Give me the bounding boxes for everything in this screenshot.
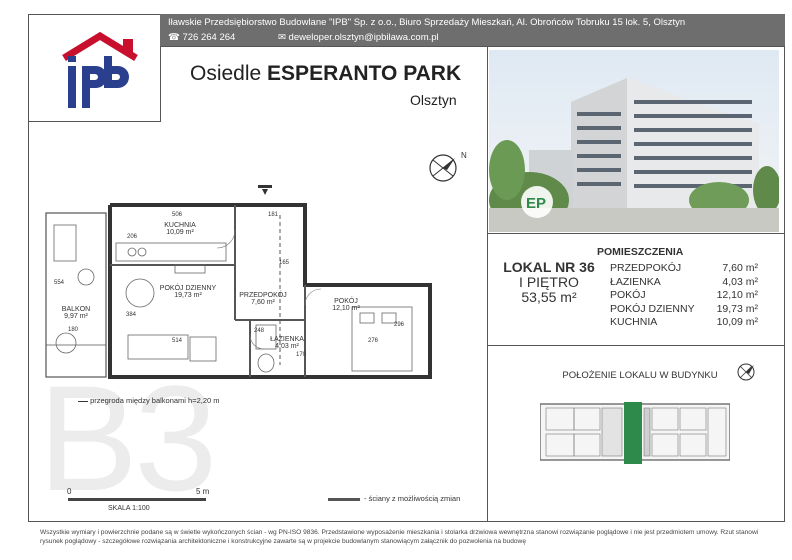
- project-name: ESPERANTO PARK: [267, 62, 462, 85]
- room-name: ŁAZIENKA: [610, 275, 661, 288]
- small-compass-icon: [737, 363, 755, 381]
- position-title: POŁOŻENIE LOKALU W BUDYNKU: [562, 370, 718, 381]
- frame-photo-bottom: [487, 233, 784, 234]
- room-row: ŁAZIENKA 4,03 m²: [610, 276, 758, 290]
- room-label: PRZEDPOKÓJ: [239, 292, 287, 299]
- frame-logo-bottom: [28, 121, 161, 122]
- frame-top: [28, 14, 160, 15]
- building-photo: EP: [489, 50, 781, 232]
- room-area-label: 12,10 m²: [332, 305, 360, 312]
- room-area: 4,03 m²: [722, 275, 758, 288]
- header-bar: Iławskie Przedsiębiorstwo Budowlane "IPB…: [160, 14, 785, 46]
- room-name: PRZEDPOKÓJ: [610, 262, 682, 274]
- room-name: POKÓJ: [610, 289, 646, 301]
- dim-label: 514: [172, 338, 183, 344]
- room-label: POKÓJ DZIENNY: [159, 285, 217, 292]
- scale-bar: [68, 498, 206, 501]
- scale-label: SKALA 1:100: [108, 505, 150, 512]
- rooms-heading: POMIESZCZENIA: [597, 246, 684, 258]
- plan-label-bath: ŁAZIENKA 4,03 m²: [262, 336, 312, 350]
- room-area: 12,10 m²: [716, 289, 758, 301]
- building-floorplan-mini: [540, 402, 730, 464]
- room-area-label: 10,09 m²: [166, 229, 194, 236]
- compass-icon: N: [429, 151, 467, 182]
- room-area-label: 7,60 m²: [251, 299, 275, 306]
- plan-label-balcony: BALKON 9,97 m²: [53, 306, 99, 320]
- dim-label: 248: [254, 328, 265, 334]
- partition-note: przegroda między balkonami h=2,20 m: [78, 396, 220, 405]
- scale-five: 5 m: [196, 487, 210, 496]
- dim-label: 181: [268, 212, 279, 218]
- dim-label: 296: [394, 322, 405, 328]
- room-row: POKÓJ DZIENNY 19,73 m²: [610, 303, 758, 317]
- room-row: POKÓJ 12,10 m²: [610, 289, 758, 303]
- room-label: ŁAZIENKA: [270, 336, 304, 343]
- room-label: KUCHNIA: [164, 222, 196, 229]
- room-area: 19,73 m²: [716, 302, 758, 315]
- plan-label-living: POKÓJ DZIENNY 19,73 m²: [158, 285, 218, 299]
- unit-number: LOKAL NR 36: [503, 259, 595, 275]
- room-area: 7,60 m²: [722, 262, 758, 274]
- company-info: Iławskie Przedsiębiorstwo Budowlane "IPB…: [168, 17, 686, 28]
- frame-mid-v: [487, 46, 488, 522]
- dim-label: 180: [68, 327, 79, 333]
- room-area-label: 9,97 m²: [64, 313, 88, 320]
- room-area: 10,09 m²: [716, 316, 758, 328]
- dim-label: 276: [368, 338, 379, 344]
- walls-legend-swatch: [328, 498, 360, 501]
- rooms-table: PRZEDPOKÓJ 7,60 m² ŁAZIENKA 4,03 m² POKÓJ 1…: [610, 262, 758, 330]
- room-name: POKÓJ DZIENNY: [610, 302, 695, 315]
- svg-text:N: N: [461, 151, 467, 160]
- dim-label: 206: [127, 234, 138, 240]
- room-area-label: 19,73 m²: [174, 292, 202, 299]
- walls-legend-text: - ściany z możliwością zmian: [364, 494, 461, 503]
- photo-logo: EP: [526, 195, 546, 212]
- dim-label: 384: [126, 312, 137, 318]
- frame-mid-h: [160, 46, 784, 47]
- frame-info-bottom: [487, 345, 784, 346]
- room-name: KUCHNIA: [610, 316, 658, 328]
- email[interactable]: ✉ deweloper.olsztyn@ipbilawa.com.pl: [278, 32, 439, 43]
- partition-note-text: przegroda między balkonami h=2,20 m: [90, 396, 220, 405]
- plan-label-kitchen: KUCHNIA 10,09 m²: [150, 222, 210, 236]
- room-area-label: 4,03 m²: [275, 343, 299, 350]
- room-label: POKÓJ: [334, 298, 358, 305]
- room-row: KUCHNIA 10,09 m²: [610, 316, 758, 330]
- footer-disclaimer: Wszystkie wymiary i powierzchnie podane …: [40, 529, 759, 545]
- project-prefix: Osiedle: [190, 62, 262, 85]
- project-city: Olsztyn: [410, 92, 457, 108]
- scale-zero: 0: [67, 487, 72, 496]
- room-label: BALKON: [61, 306, 91, 313]
- dim-label: 554: [54, 280, 65, 286]
- plan-label-hall: PRZEDPOKÓJ 7,60 m²: [233, 292, 293, 306]
- ipb-logo: [28, 28, 158, 120]
- unit-summary: LOKAL NR 36 I PIĘTRO 53,55 m²: [500, 260, 598, 305]
- dim-label: 170: [296, 352, 307, 358]
- unit-highlight: [624, 402, 642, 464]
- plan-label-room: POKÓJ 12,10 m²: [316, 298, 376, 312]
- dim-label: 165: [279, 260, 290, 266]
- project-title: Osiedle ESPERANTO PARK: [190, 62, 461, 86]
- dim-label: 506: [172, 212, 183, 218]
- phone[interactable]: ☎ 726 264 264: [168, 32, 235, 43]
- unit-floor: I PIĘTRO: [519, 274, 579, 290]
- contact-line: ☎ 726 264 264 ✉ deweloper.olsztyn@ipbila…: [168, 32, 439, 43]
- frame-right: [784, 14, 785, 522]
- room-row: PRZEDPOKÓJ 7,60 m²: [610, 262, 758, 276]
- unit-area: 53,55 m²: [521, 289, 577, 305]
